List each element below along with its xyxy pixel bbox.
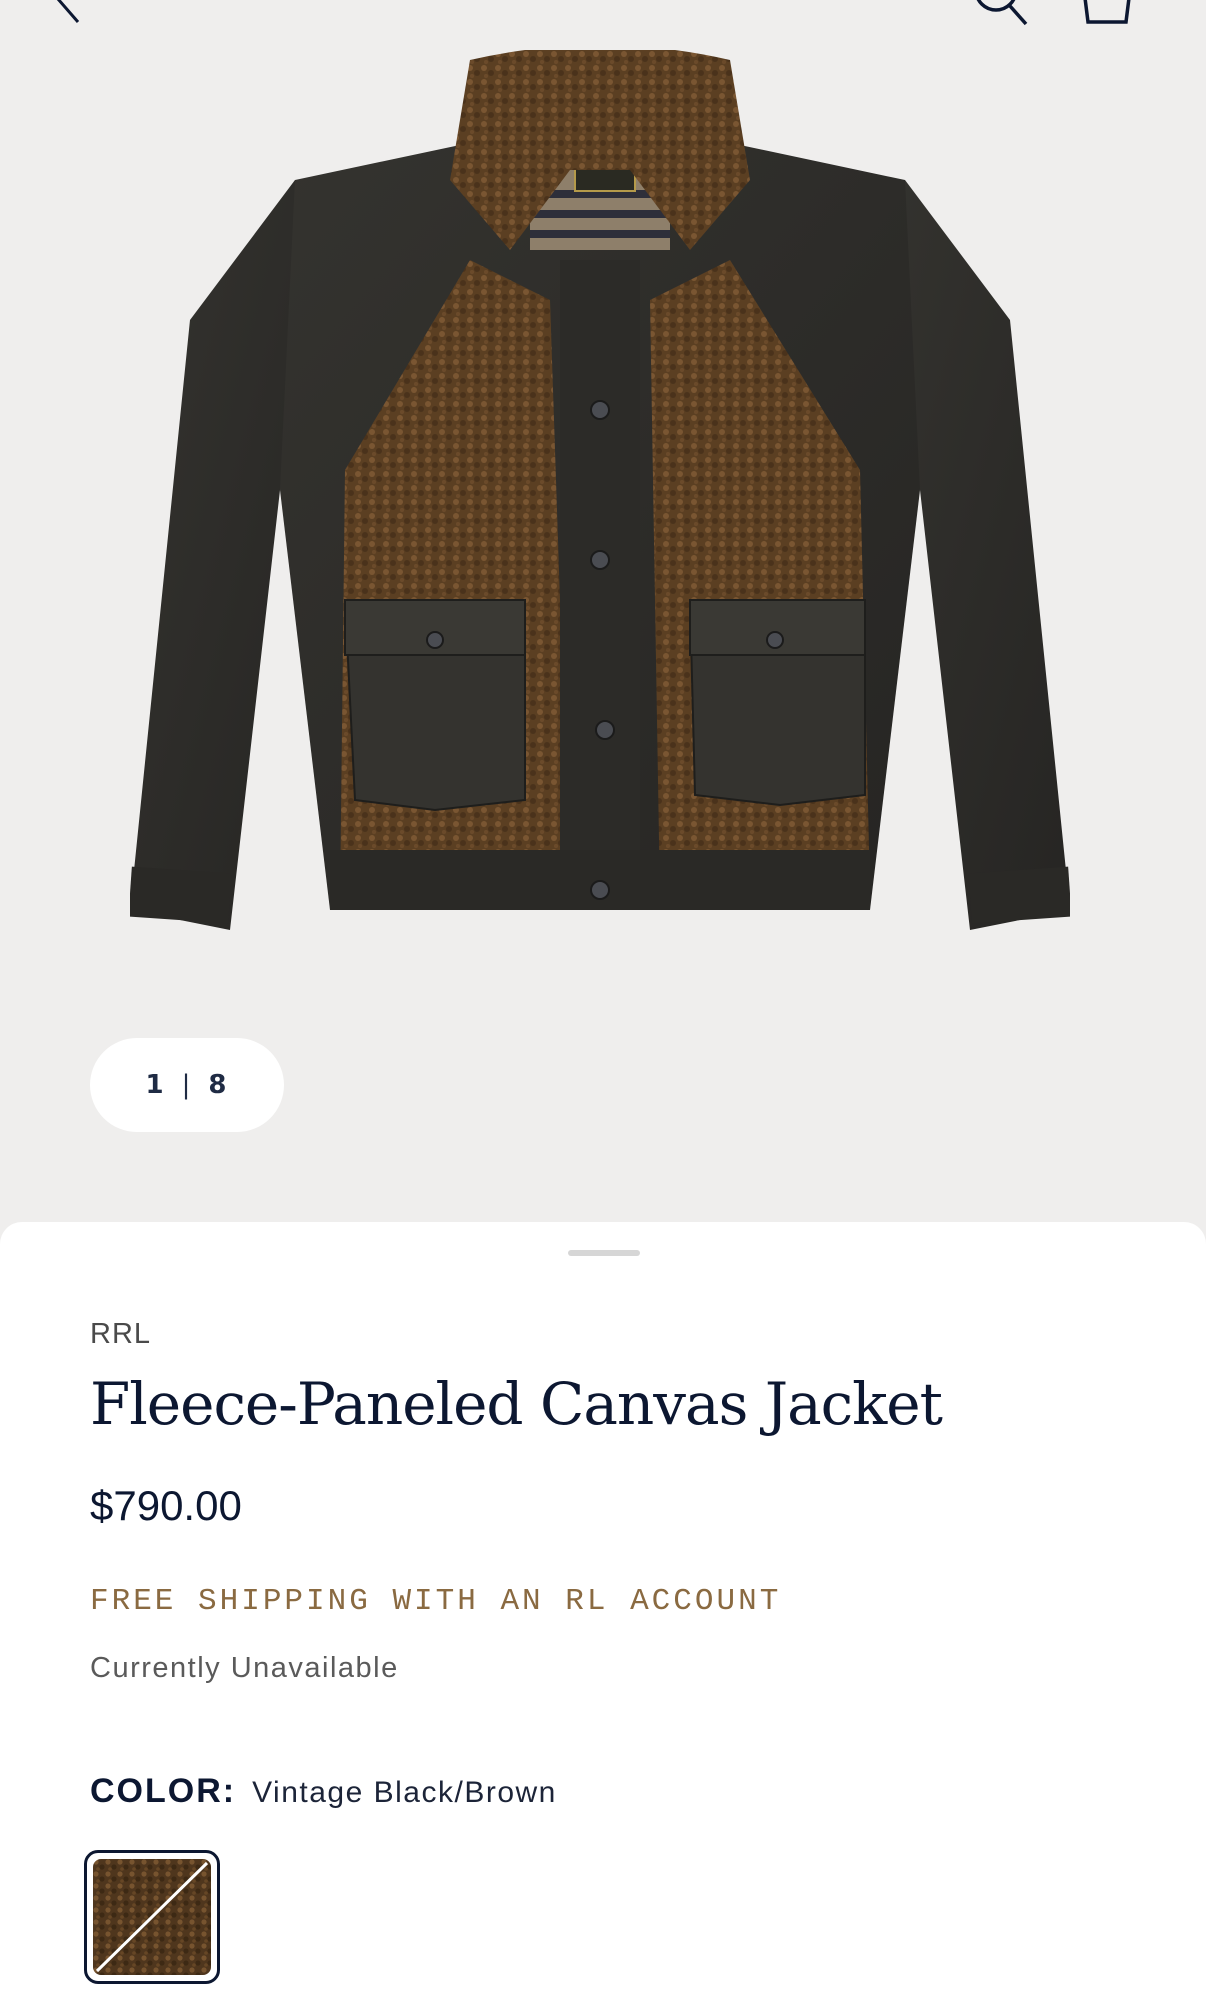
- shopping-bag-button[interactable]: [1078, 0, 1136, 26]
- image-counter-separator: |: [181, 1070, 193, 1100]
- color-selector-header: COLOR: Vintage Black/Brown: [90, 1772, 557, 1811]
- unavailable-swatch-icon: [93, 1859, 211, 1975]
- product-info-sheet[interactable]: RRL Fleece-Paneled Canvas Jacket $790.00…: [0, 1222, 1206, 2002]
- product-title: Fleece-Paneled Canvas Jacket: [90, 1370, 943, 1438]
- color-swatch-vintage-black-brown[interactable]: [84, 1850, 220, 1984]
- selected-color-name: Vintage Black/Brown: [252, 1776, 557, 1809]
- swatch-thumbnail: [93, 1859, 211, 1975]
- image-counter: 1 | 8: [90, 1038, 284, 1132]
- image-counter-total: 8: [208, 1070, 229, 1100]
- product-detail-page: 1 | 8 RRL Fleece-Paneled Canvas Jacket $…: [0, 0, 1206, 2002]
- shopping-bag-icon: [1083, 0, 1131, 24]
- color-label: COLOR:: [90, 1772, 237, 1810]
- product-image: [130, 50, 1070, 930]
- chevron-left-icon: [56, 0, 80, 23]
- product-price: $790.00: [90, 1482, 242, 1529]
- top-navigation-bar: [0, 0, 1206, 40]
- product-image-gallery[interactable]: 1 | 8: [0, 0, 1206, 1230]
- free-shipping-promo[interactable]: FREE SHIPPING WITH AN RL ACCOUNT: [90, 1584, 781, 1619]
- sheet-grabber-handle[interactable]: [568, 1250, 640, 1256]
- product-brand: RRL: [90, 1318, 152, 1350]
- image-counter-current: 1: [145, 1070, 166, 1100]
- search-button[interactable]: [972, 0, 1030, 28]
- back-button[interactable]: [48, 0, 88, 24]
- availability-status: Currently Unavailable: [90, 1652, 399, 1684]
- search-icon: [976, 0, 1028, 26]
